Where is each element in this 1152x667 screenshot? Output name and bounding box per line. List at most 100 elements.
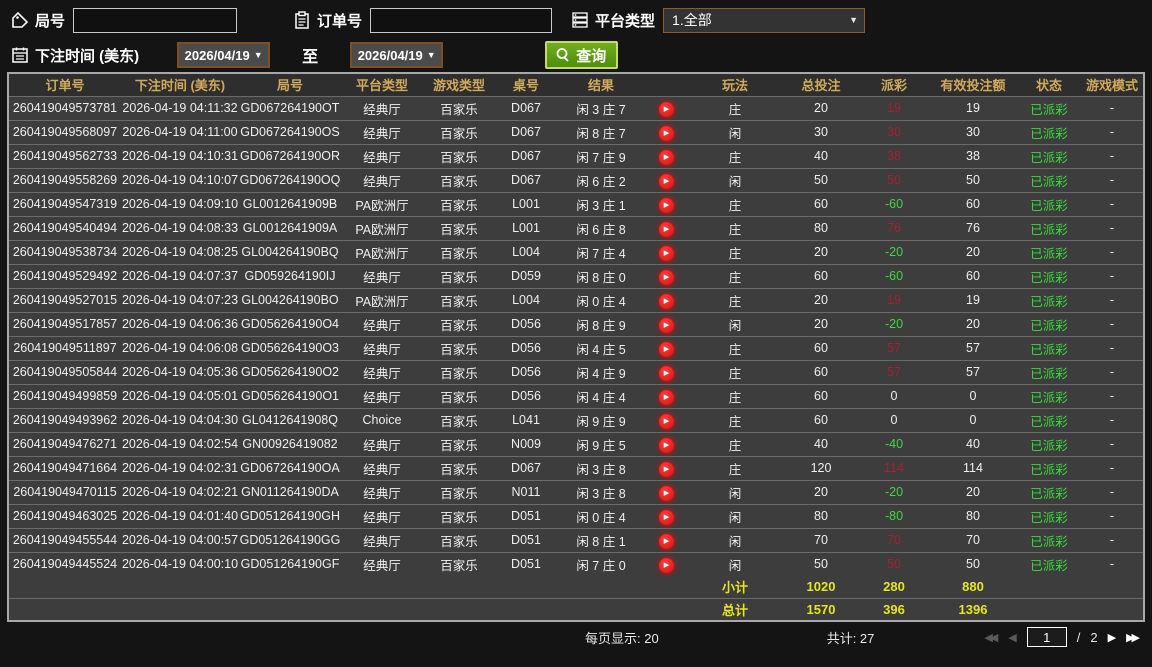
- round-number-cell: GL0412641908Q: [239, 408, 341, 433]
- play-video-icon[interactable]: ▶: [658, 509, 674, 525]
- platform-type-cell: PA欧洲厅: [341, 240, 423, 265]
- payout-cell: 19: [859, 288, 929, 313]
- payout-cell: 38: [859, 144, 929, 169]
- play-video-icon[interactable]: ▶: [658, 317, 674, 333]
- grand-total-payout: 396: [859, 598, 929, 620]
- column-header-status: 状态: [1017, 74, 1081, 97]
- game-type-cell: 百家乐: [423, 168, 495, 193]
- column-header-total-bet: 总投注: [783, 74, 859, 97]
- game-no-label: 局号: [35, 12, 66, 30]
- game-mode-cell: -: [1081, 552, 1143, 576]
- play-video-icon[interactable]: ▶: [658, 437, 674, 453]
- page-number-input[interactable]: [1026, 627, 1067, 647]
- valid-bet-cell: 30: [929, 120, 1017, 145]
- table-row: 260419049529492 2026-04-19 04:07:37 GD05…: [9, 264, 1143, 289]
- payout-cell: 114: [859, 456, 929, 481]
- bet-time-cell: 2026-04-19 04:00:10: [121, 552, 239, 576]
- play-type-cell: 庄: [687, 96, 783, 121]
- chevron-down-icon: ▼: [253, 50, 263, 60]
- total-bet-cell: 20: [783, 240, 859, 265]
- play-type-cell: 庄: [687, 408, 783, 433]
- status-cell: 已派彩: [1017, 408, 1081, 433]
- filter-row-2: 下注时间 (美东) 2026/04/19 ▼ 至 2026/04/19 ▼ 查询: [10, 41, 1142, 69]
- valid-bet-cell: 80: [929, 504, 1017, 529]
- play-video-icon[interactable]: ▶: [658, 293, 674, 309]
- last-page-icon[interactable]: ▶▶: [1126, 631, 1140, 644]
- status-cell: 已派彩: [1017, 168, 1081, 193]
- play-video-icon[interactable]: ▶: [658, 173, 674, 189]
- play-video-icon[interactable]: ▶: [658, 149, 674, 165]
- play-type-cell: 庄: [687, 384, 783, 409]
- play-video-icon[interactable]: ▶: [658, 269, 674, 285]
- game-type-cell: 百家乐: [423, 456, 495, 481]
- game-mode-cell: -: [1081, 240, 1143, 265]
- order-number-cell: 260419049573781: [9, 96, 121, 121]
- game-type-cell: 百家乐: [423, 288, 495, 313]
- bet-time-cell: 2026-04-19 04:06:36: [121, 312, 239, 337]
- grand-total-label: 总计: [687, 598, 783, 620]
- valid-bet-cell: 60: [929, 264, 1017, 289]
- bet-time-cell: 2026-04-19 04:06:08: [121, 336, 239, 361]
- play-video-icon[interactable]: ▶: [658, 101, 674, 117]
- date-from-picker[interactable]: 2026/04/19 ▼: [177, 42, 271, 68]
- play-type-cell: 闲: [687, 312, 783, 337]
- query-button[interactable]: 查询: [545, 41, 619, 69]
- status-cell: 已派彩: [1017, 528, 1081, 553]
- table-row: 260419049505844 2026-04-19 04:05:36 GD05…: [9, 360, 1143, 385]
- total-bet-cell: 40: [783, 432, 859, 457]
- first-page-icon[interactable]: ◀◀: [984, 631, 998, 644]
- platform-select[interactable]: 1.全部 ▼: [663, 7, 866, 33]
- total-bet-cell: 60: [783, 336, 859, 361]
- play-video-icon[interactable]: ▶: [658, 365, 674, 381]
- game-type-cell: 百家乐: [423, 240, 495, 265]
- prev-page-icon[interactable]: ◀: [1008, 631, 1017, 644]
- status-cell: 已派彩: [1017, 384, 1081, 409]
- date-to-picker[interactable]: 2026/04/19 ▼: [350, 42, 444, 68]
- play-video-icon[interactable]: ▶: [658, 221, 674, 237]
- chevron-down-icon: ▼: [426, 50, 436, 60]
- play-type-cell: 庄: [687, 216, 783, 241]
- game-no-input[interactable]: [73, 7, 238, 33]
- result-cell: 闲 4 庄 4: [557, 384, 645, 409]
- game-mode-cell: -: [1081, 120, 1143, 145]
- order-number-cell: 260419049476271: [9, 432, 121, 457]
- table-row: 260419049455544 2026-04-19 04:00:57 GD05…: [9, 528, 1143, 553]
- round-number-cell: GN00926419082: [239, 432, 341, 457]
- order-number-cell: 260419049470115: [9, 480, 121, 505]
- round-number-cell: GD067264190OQ: [239, 168, 341, 193]
- tag-icon: [10, 10, 30, 30]
- play-video-icon[interactable]: ▶: [658, 533, 674, 549]
- play-video-icon[interactable]: ▶: [658, 557, 674, 573]
- game-type-cell: 百家乐: [423, 144, 495, 169]
- order-number-cell: 260419049471664: [9, 456, 121, 481]
- round-number-cell: GL004264190BO: [239, 288, 341, 313]
- play-video-icon[interactable]: ▶: [658, 461, 674, 477]
- game-type-cell: 百家乐: [423, 216, 495, 241]
- total-bet-cell: 60: [783, 192, 859, 217]
- table-row: 260419049517857 2026-04-19 04:06:36 GD05…: [9, 312, 1143, 337]
- play-video-icon[interactable]: ▶: [658, 389, 674, 405]
- column-header-platform: 平台类型: [341, 74, 423, 97]
- play-video-icon[interactable]: ▶: [658, 413, 674, 429]
- payout-cell: -20: [859, 480, 929, 505]
- play-video-icon[interactable]: ▶: [658, 245, 674, 261]
- table-row: 260419049573781 2026-04-19 04:11:32 GD06…: [9, 96, 1143, 121]
- play-video-icon[interactable]: ▶: [658, 485, 674, 501]
- platform-type-cell: 经典厅: [341, 528, 423, 553]
- game-type-cell: 百家乐: [423, 552, 495, 576]
- order-no-input[interactable]: [370, 7, 553, 33]
- round-number-cell: GL0012641909B: [239, 192, 341, 217]
- table-number-cell: L004: [495, 240, 557, 265]
- next-page-icon[interactable]: ▶: [1108, 631, 1117, 644]
- round-number-cell: GD067264190OT: [239, 96, 341, 121]
- bets-table: 订单号 下注时间 (美东) 局号 平台类型 游戏类型 桌号 结果 玩法 总投注 …: [7, 72, 1145, 622]
- play-type-cell: 闲: [687, 120, 783, 145]
- clipboard-icon: [292, 10, 312, 30]
- play-video-icon[interactable]: ▶: [658, 125, 674, 141]
- play-video-icon[interactable]: ▶: [658, 197, 674, 213]
- play-video-icon[interactable]: ▶: [658, 341, 674, 357]
- query-button-label: 查询: [576, 47, 607, 65]
- platform-type-cell: Choice: [341, 408, 423, 433]
- result-cell: 闲 8 庄 1: [557, 528, 645, 553]
- table-row: 260419049499859 2026-04-19 04:05:01 GD05…: [9, 384, 1143, 409]
